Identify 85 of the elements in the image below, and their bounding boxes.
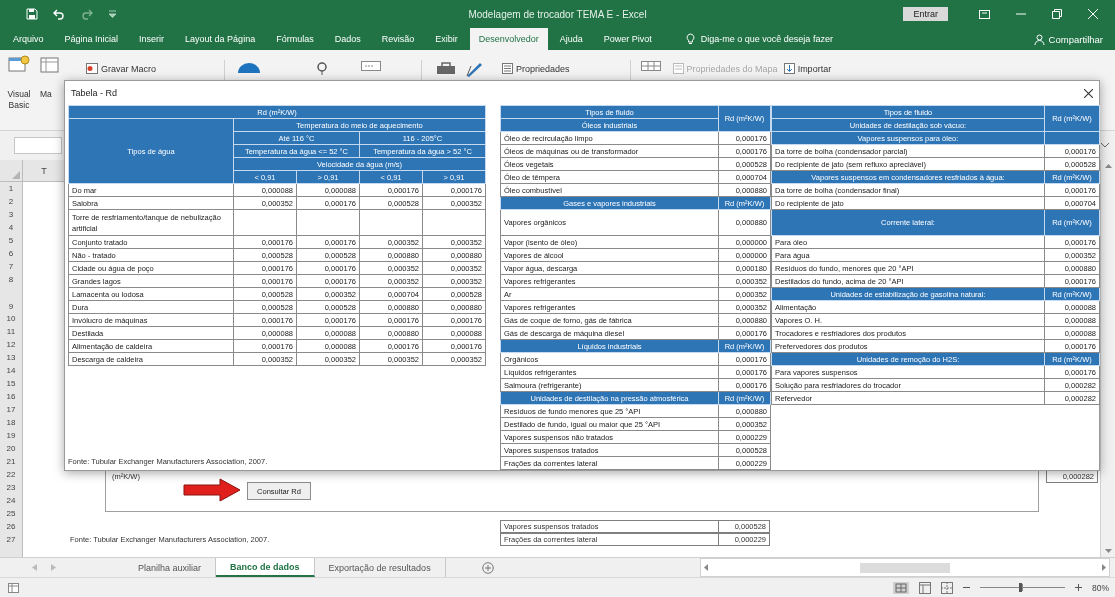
row-number[interactable]: 21 <box>0 455 22 468</box>
close-icon[interactable] <box>1084 88 1093 98</box>
ribbon-label[interactable]: Ma <box>40 89 52 100</box>
combo-box-icon[interactable] <box>361 61 381 71</box>
page-break-icon[interactable] <box>941 581 953 594</box>
row-number[interactable]: 14 <box>0 364 22 377</box>
scroll-up-icon[interactable] <box>1104 164 1112 168</box>
zoom-in-icon[interactable] <box>1075 584 1082 591</box>
sign-in-button[interactable]: Entrar <box>903 7 948 21</box>
horizontal-scrollbar[interactable] <box>700 558 1110 577</box>
window-title: Modelagem de trocador TEMA E - Excel <box>468 8 647 20</box>
row-number[interactable]: 9 <box>0 286 22 312</box>
name-box[interactable] <box>14 137 62 154</box>
dome-icon[interactable] <box>237 61 261 73</box>
ribbon-tab[interactable]: Layout da Página <box>176 28 265 50</box>
person-icon <box>1033 33 1045 45</box>
properties-icon <box>672 63 684 74</box>
ribbon-label[interactable]: Visual Basic <box>4 89 34 111</box>
properties-icon <box>502 63 513 74</box>
grid-icon[interactable] <box>640 61 661 71</box>
visual-basic-icon[interactable] <box>8 55 30 75</box>
restore-icon[interactable] <box>1052 9 1062 19</box>
row-number[interactable]: 13 <box>0 351 22 364</box>
add-sheet-icon[interactable] <box>481 562 494 574</box>
row-number[interactable]: 17 <box>0 403 22 416</box>
row-number[interactable]: 10 <box>0 312 22 325</box>
arrow-shape <box>183 478 241 502</box>
row-number[interactable]: 27 <box>0 533 22 546</box>
row-number[interactable]: 19 <box>0 429 22 442</box>
row-number[interactable]: 25 <box>0 507 22 520</box>
record-icon <box>86 63 98 74</box>
ribbon-tab[interactable]: Revisão <box>372 28 424 50</box>
import-icon <box>783 63 795 74</box>
scroll-left-icon[interactable] <box>704 564 708 571</box>
row-number[interactable]: 2 <box>0 195 22 208</box>
row-number[interactable]: 11 <box>0 325 22 338</box>
redo-icon[interactable] <box>80 8 94 20</box>
ribbon-tab[interactable]: Ajuda <box>550 28 592 50</box>
row-number[interactable]: 26 <box>0 520 22 533</box>
row-number[interactable]: 16 <box>0 390 22 403</box>
row-number[interactable]: 6 <box>0 247 22 260</box>
ribbon-tab[interactable]: Fórmulas <box>267 28 323 50</box>
row-number[interactable]: 18 <box>0 416 22 429</box>
ribbon-tab[interactable]: Dados <box>325 28 370 50</box>
sheet-tab[interactable]: Banco de dados <box>216 558 315 577</box>
undo-icon[interactable] <box>52 8 66 20</box>
ribbon-tab[interactable]: Página Inicial <box>55 28 128 50</box>
row-number[interactable]: 3 <box>0 208 22 221</box>
ribbon-tab[interactable]: Desenvolvedor <box>469 28 548 50</box>
ribbon-tab[interactable]: Arquivo <box>4 28 53 50</box>
page-layout-icon[interactable] <box>919 581 931 594</box>
row-number[interactable]: 12 <box>0 338 22 351</box>
zoom-level[interactable]: 80% <box>1092 582 1109 593</box>
row-number[interactable]: 15 <box>0 377 22 390</box>
zoom-out-icon[interactable] <box>963 584 970 591</box>
ribbon-display-icon[interactable] <box>979 9 990 19</box>
scroll-right-icon[interactable] <box>1102 564 1106 571</box>
row-number[interactable]: 22 <box>0 468 22 481</box>
row-number[interactable]: 7 <box>0 260 22 273</box>
ribbon-tab[interactable]: Exibir <box>426 28 467 50</box>
lightbulb-icon[interactable] <box>685 33 695 45</box>
share-button[interactable]: Compartilhar <box>1027 28 1115 50</box>
row-number[interactable]: 1 <box>0 182 22 195</box>
scroll-down-icon[interactable] <box>1104 549 1112 553</box>
save-icon[interactable] <box>26 8 38 20</box>
normal-view-icon[interactable] <box>893 581 909 594</box>
pen-icon[interactable] <box>466 61 484 77</box>
ribbon-command[interactable]: Propriedades <box>502 63 570 74</box>
row-number[interactable]: 4 <box>0 221 22 234</box>
macros-icon[interactable] <box>40 55 60 75</box>
row-number[interactable]: 8 <box>0 273 22 286</box>
ribbon-tab[interactable]: Power Pivot <box>594 28 661 50</box>
toolbox-icon[interactable] <box>436 61 456 75</box>
row-number[interactable]: 5 <box>0 234 22 247</box>
ribbon-tab[interactable]: Inserir <box>130 28 174 50</box>
expand-icon[interactable] <box>1101 143 1109 148</box>
row-number[interactable]: 24 <box>0 494 22 507</box>
customize-icon[interactable] <box>108 10 117 18</box>
dialog-title: Tabela - Rd <box>71 88 118 98</box>
ribbon-command[interactable]: Importar <box>783 63 832 74</box>
row-number[interactable]: 20 <box>0 442 22 455</box>
row-number[interactable]: 23 <box>0 481 22 494</box>
vertical-scrollbar[interactable] <box>1100 160 1115 557</box>
ribbon-command[interactable]: Gravar Macro <box>86 63 156 74</box>
tell-me-field[interactable]: Diga-me o que você deseja fazer <box>700 34 833 44</box>
